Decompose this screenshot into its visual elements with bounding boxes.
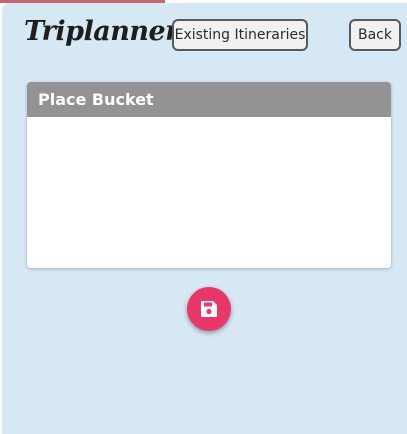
place-bucket-header: Place Bucket: [27, 82, 391, 117]
app-container: Triplanner Existing Itineraries Back Pla…: [2, 3, 407, 434]
back-label: Back: [358, 27, 392, 43]
existing-itineraries-label: Existing Itineraries: [174, 27, 306, 43]
browser-frame: Triplanner Existing Itineraries Back Pla…: [0, 0, 407, 434]
place-bucket-card: Place Bucket: [27, 82, 391, 268]
save-button[interactable]: [187, 287, 231, 331]
place-bucket-title: Place Bucket: [38, 90, 154, 109]
place-bucket-drop-zone[interactable]: [27, 117, 391, 268]
floppy-disk-icon: [199, 299, 219, 319]
back-button[interactable]: Back: [349, 19, 401, 51]
existing-itineraries-button[interactable]: Existing Itineraries: [172, 19, 308, 51]
app-logo: Triplanner: [24, 16, 179, 47]
